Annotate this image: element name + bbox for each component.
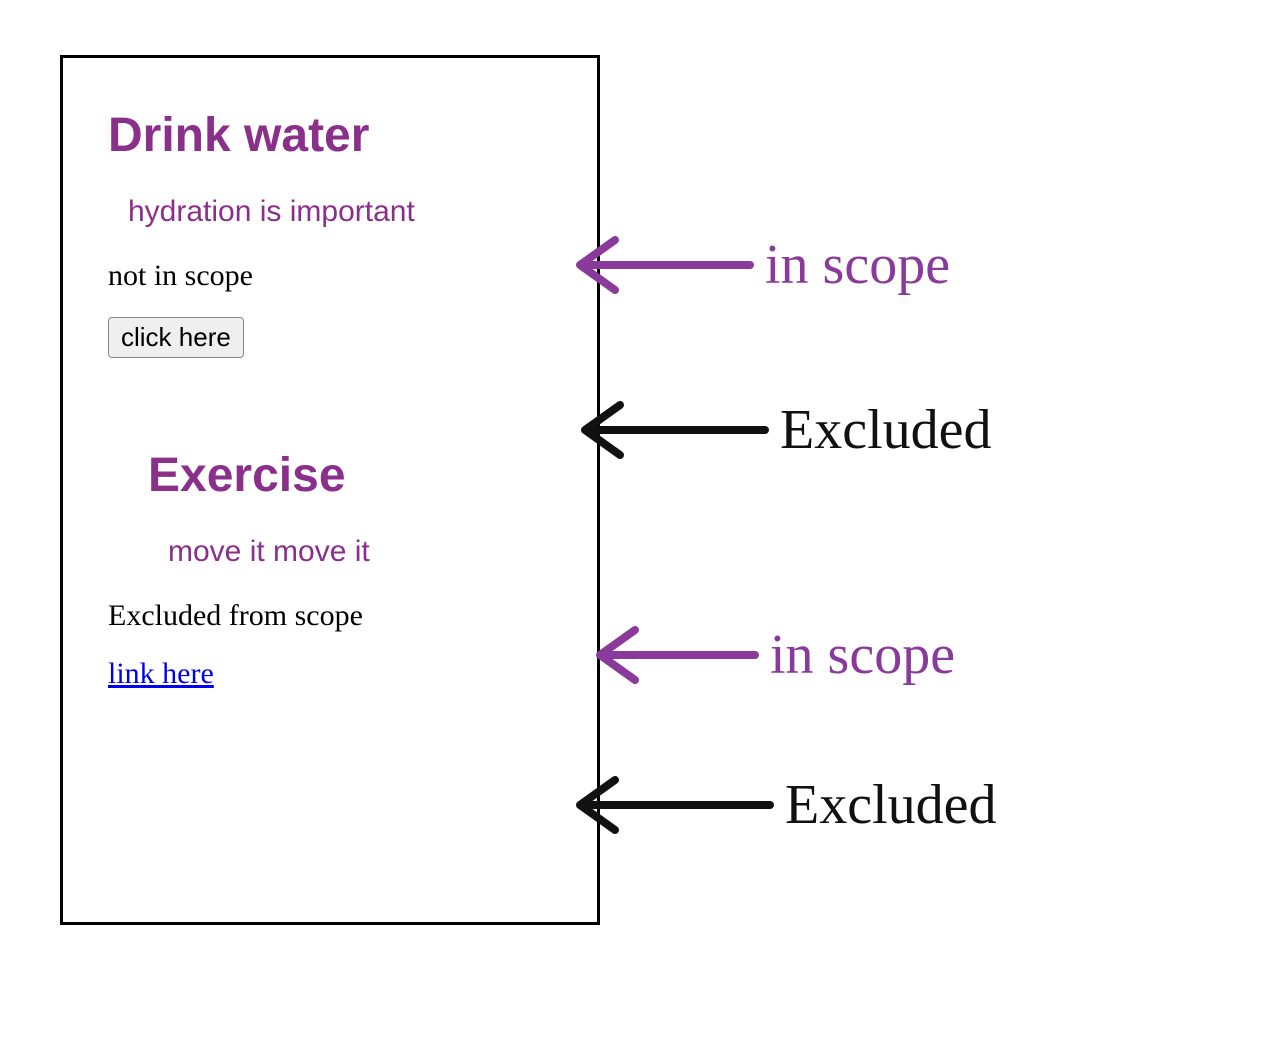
annotation-excluded-1: Excluded: [570, 395, 991, 465]
arrow-left-icon: [565, 230, 755, 300]
arrow-left-icon: [585, 620, 760, 690]
heading-drink-water: Drink water: [108, 108, 552, 163]
arrow-left-icon: [565, 770, 775, 840]
subheading-hydration: hydration is important: [128, 195, 552, 229]
annotation-label: in scope: [770, 623, 955, 687]
arrow-left-icon: [570, 395, 770, 465]
section-drink-water: Drink water hydration is important not i…: [108, 108, 552, 398]
section-exercise: Exercise move it move it Excluded from s…: [108, 448, 552, 691]
click-here-button[interactable]: click here: [108, 317, 244, 358]
annotation-excluded-2: Excluded: [565, 770, 996, 840]
text-excluded-from-scope: Excluded from scope: [108, 599, 552, 633]
text-not-in-scope: not in scope: [108, 259, 552, 293]
annotation-label: Excluded: [785, 773, 996, 837]
annotation-label: Excluded: [780, 398, 991, 462]
annotation-in-scope-1: in scope: [565, 230, 950, 300]
content-box: Drink water hydration is important not i…: [60, 55, 600, 925]
link-here[interactable]: link here: [108, 657, 214, 690]
heading-exercise: Exercise: [148, 448, 552, 503]
subheading-move-it: move it move it: [168, 535, 552, 569]
annotation-label: in scope: [765, 233, 950, 297]
annotation-in-scope-2: in scope: [585, 620, 955, 690]
